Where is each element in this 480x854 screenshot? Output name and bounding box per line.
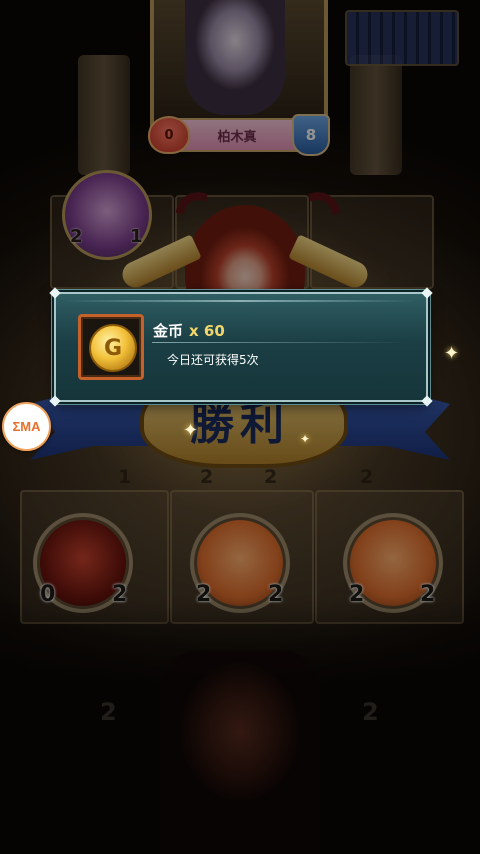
game-screen: 柏木真 0 8 2 1 勝利 1 2 2 2 0 2 2 2 2 2 2 2 ✦… [0,0,480,854]
sparkle-icon: ✦ [300,432,311,446]
modal-dim-overlay[interactable] [0,0,480,854]
reward-quantity: x 60 [189,322,225,340]
sparkle-icon: ✦ [183,420,199,441]
reward-item-name: 金币 [153,322,184,340]
gold-coin-icon: G [89,324,137,372]
floating-button-label: ΣMA [12,419,41,434]
reward-item-frame: G [78,314,144,380]
coin-glyph: G [103,335,123,361]
reward-remaining-text: 今日还可获得5次 [167,353,259,367]
reward-popup[interactable]: G 金币 x 60 今日还可获得5次 [49,287,433,407]
reward-title: 金币 x 60 [153,320,225,341]
reward-divider [152,342,407,343]
popup-top-highlight [64,300,416,302]
floating-assistant-button[interactable]: ΣMA [2,402,51,451]
sparkle-icon: ✦ [444,343,460,364]
